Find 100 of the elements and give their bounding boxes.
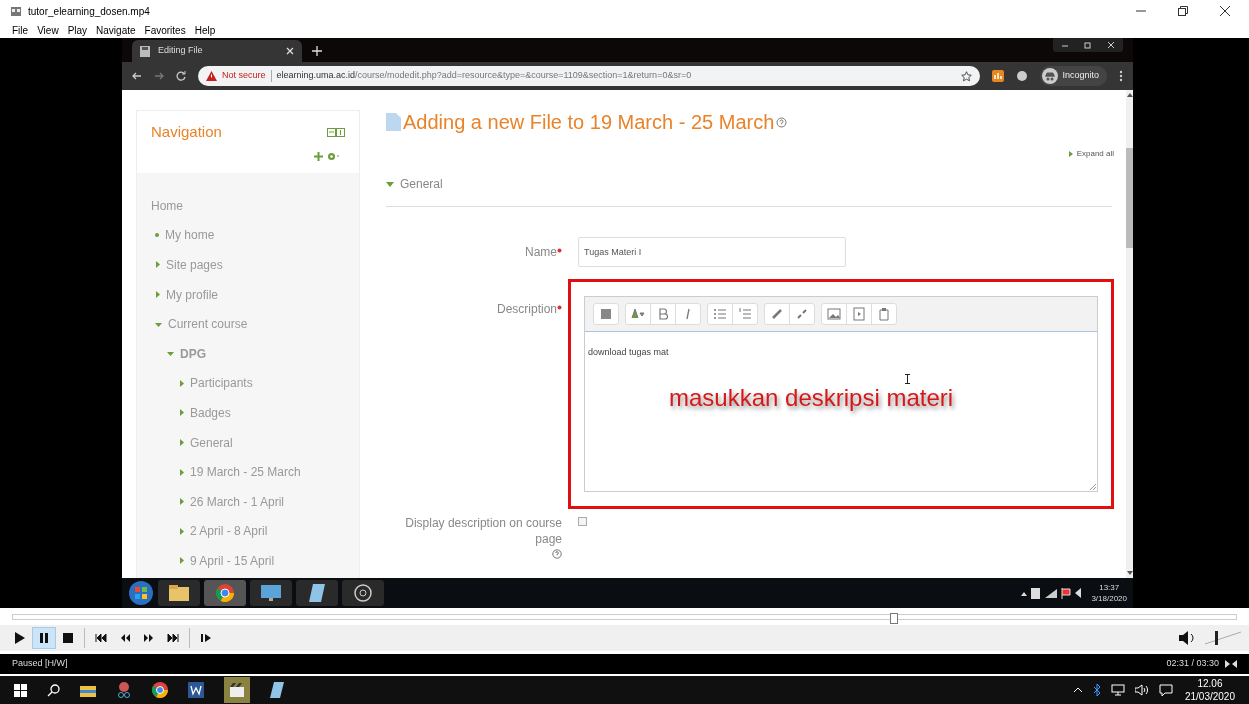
field-label: Display description on course page — [404, 515, 562, 547]
search-icon[interactable] — [47, 683, 60, 697]
volume-thumb[interactable] — [1214, 631, 1218, 645]
nav-item[interactable]: 26 March - 1 April — [190, 492, 285, 511]
taskbar-button[interactable] — [250, 580, 292, 606]
seek-thumb[interactable] — [889, 612, 898, 624]
name-field[interactable]: Tugas Materi I — [578, 237, 846, 267]
taskbar-button[interactable] — [224, 677, 250, 703]
menu-item[interactable]: Navigate — [96, 22, 136, 38]
media-icon — [852, 307, 866, 321]
nav-item[interactable]: Badges — [190, 403, 231, 422]
step-icon — [199, 631, 213, 645]
file-icon — [386, 113, 401, 131]
chevron-up-icon[interactable] — [1072, 687, 1083, 693]
volume-icon[interactable] — [1134, 684, 1149, 696]
start-orb-icon[interactable] — [128, 580, 154, 606]
bold-icon — [656, 307, 670, 321]
browser-icon[interactable] — [152, 682, 168, 698]
notification-icon[interactable] — [1158, 683, 1173, 697]
speaker-icon[interactable] — [1179, 631, 1197, 645]
speaker-icon[interactable] — [1075, 588, 1082, 598]
volume-slider[interactable] — [1205, 631, 1241, 645]
flag-icon[interactable] — [1061, 587, 1072, 599]
scissors-icon[interactable] — [116, 682, 132, 698]
reload-icon[interactable] — [176, 71, 186, 81]
page-heading: Adding a new File to 19 March - 25 March — [403, 110, 775, 135]
clock-time: 13:37 — [1099, 582, 1120, 593]
editor-text: download tugas mat — [588, 347, 669, 357]
taskbar-button[interactable] — [158, 580, 200, 606]
restore-icon[interactable] — [1177, 5, 1189, 17]
star-icon[interactable] — [961, 70, 973, 82]
nav-item[interactable]: Participants — [190, 374, 253, 393]
clock-date: 21/03/2020 — [1184, 690, 1235, 703]
notepad-icon[interactable] — [270, 682, 284, 698]
tray-icon[interactable] — [1031, 587, 1042, 599]
nav-item[interactable]: 9 April - 15 April — [190, 551, 275, 570]
nav-item[interactable]: DPG — [180, 344, 206, 363]
app-icon — [10, 5, 22, 17]
scroll-down-icon[interactable] — [1127, 570, 1133, 576]
warning-icon — [206, 71, 217, 81]
nav-item[interactable]: My profile — [166, 285, 218, 304]
help-icon[interactable] — [776, 116, 788, 128]
address-bar[interactable]: Not secure elearning.uma.ac.id/course/modedit.php?add=resource&type=&course=1109&section=1&return=0&sr=0 — [198, 66, 981, 86]
taskbar-button[interactable] — [342, 580, 384, 606]
folder-icon[interactable] — [80, 683, 96, 697]
url: elearning.uma.ac.id/course/modedit.php?add=resource&type=&course=1109&section=1&return=0&sr=0 — [276, 69, 692, 83]
notepad-icon — [309, 584, 325, 602]
section-header[interactable]: General — [386, 174, 1114, 194]
new-tab-icon[interactable] — [312, 46, 322, 56]
menu-item[interactable]: Play — [67, 22, 88, 38]
help-icon[interactable] — [552, 549, 562, 559]
nav-item[interactable]: 2 April - 8 April — [190, 522, 268, 541]
film-icon — [230, 683, 244, 697]
resize-handle-icon[interactable] — [1090, 484, 1096, 490]
close-icon[interactable] — [1219, 5, 1231, 17]
menu-item[interactable]: File — [12, 22, 29, 38]
nav-item[interactable]: General — [190, 433, 233, 452]
menu-item[interactable]: Favorites — [144, 22, 186, 38]
dock-icon[interactable] — [327, 127, 345, 137]
browser-icon — [216, 584, 234, 602]
field-label: Name — [525, 244, 557, 260]
network-icon[interactable] — [1110, 684, 1125, 696]
nav-item[interactable]: Site pages — [166, 256, 223, 274]
profile-button[interactable]: Incognito — [1040, 66, 1107, 86]
menu-item[interactable]: View — [37, 22, 59, 38]
scrollbar-thumb[interactable] — [1126, 148, 1133, 248]
pause-button[interactable] — [32, 627, 56, 649]
restore-icon[interactable] — [1084, 41, 1092, 49]
back-icon[interactable] — [132, 71, 142, 81]
image-icon — [827, 307, 841, 321]
gear-icon[interactable] — [327, 151, 341, 161]
clock-date: 3/18/2020 — [1091, 593, 1127, 604]
taskbar-button[interactable] — [296, 580, 338, 606]
recorder-icon — [354, 584, 372, 602]
nav-item[interactable]: My home — [165, 226, 215, 245]
text-editor[interactable]: download tugas mat masukkan deskripsi materi — [584, 296, 1098, 492]
checkbox[interactable] — [578, 517, 587, 526]
scroll-up-icon[interactable] — [1127, 92, 1133, 98]
tray-arrow-icon[interactable] — [1021, 590, 1028, 596]
signal-icon[interactable] — [1045, 588, 1058, 598]
expand-all-link[interactable]: Expand all — [1068, 148, 1114, 160]
extension-icon[interactable] — [992, 70, 1005, 82]
nav-item[interactable]: Current course — [168, 315, 248, 334]
bluetooth-icon[interactable] — [1092, 684, 1101, 696]
extension-icon[interactable] — [1016, 70, 1029, 82]
windows-start-icon[interactable] — [14, 683, 27, 697]
menu-item[interactable]: Help — [194, 22, 216, 38]
document-icon[interactable] — [188, 682, 204, 698]
nav-item[interactable]: Home — [151, 196, 183, 215]
text-cursor-icon — [905, 374, 910, 384]
taskbar-button[interactable] — [204, 580, 246, 606]
play-icon — [13, 631, 27, 645]
scrollbar[interactable] — [1126, 90, 1133, 578]
browser-tab[interactable]: Editing File — [132, 40, 302, 62]
nav-item[interactable]: 19 March - 25 March — [190, 463, 301, 482]
menu-icon[interactable] — [1119, 70, 1123, 82]
add-icon[interactable] — [314, 151, 323, 161]
clock-time: 12.06 — [1197, 677, 1223, 690]
forward-icon[interactable] — [154, 71, 164, 81]
unlink-icon — [795, 307, 809, 321]
